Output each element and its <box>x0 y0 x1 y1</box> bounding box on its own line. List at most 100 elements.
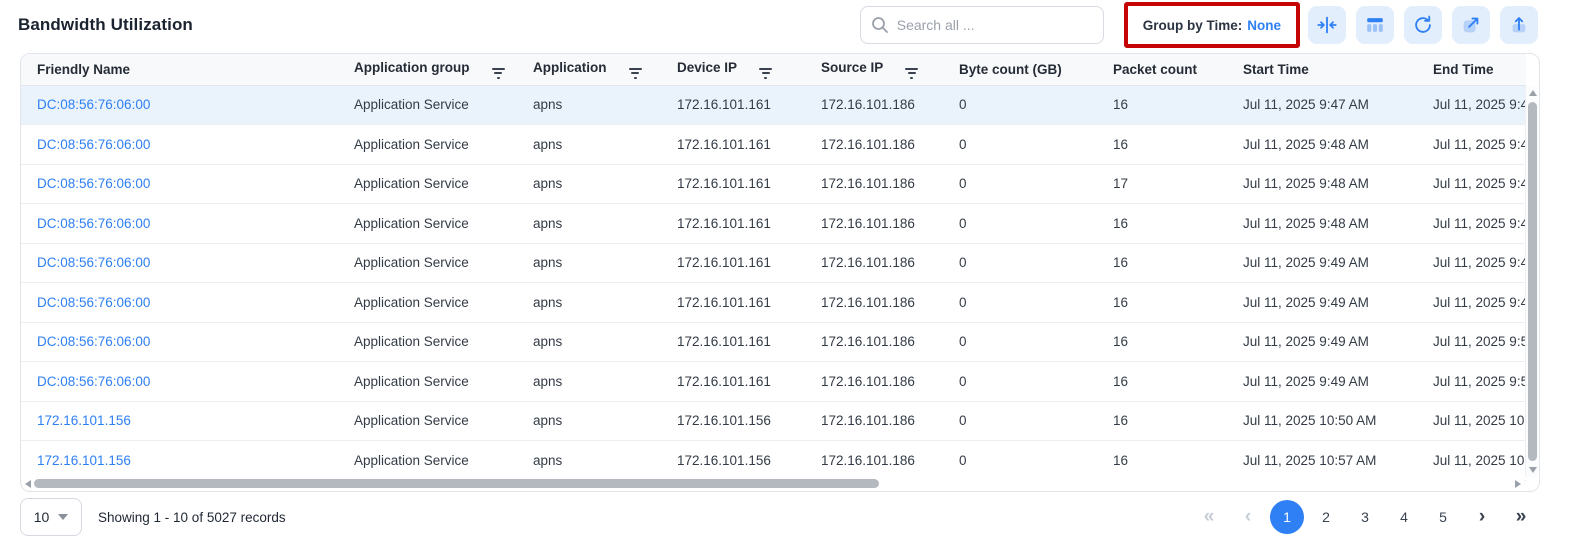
last-page-button[interactable]: » <box>1504 500 1538 534</box>
search-box <box>860 6 1104 44</box>
col-start-time: Start Time <box>1227 54 1417 85</box>
horizontal-scrollbar-thumb[interactable] <box>34 479 879 488</box>
cell-friendly-name: 172.16.101.156 <box>21 441 338 481</box>
friendly-name-link[interactable]: DC:08:56:76:06:00 <box>37 97 150 112</box>
page-button-1[interactable]: 1 <box>1270 500 1304 534</box>
scroll-right-arrow-icon[interactable] <box>1515 480 1521 488</box>
cell-byte-count: 0 <box>943 243 1097 283</box>
cell-end-time: Jul 11, 2025 10: <box>1417 441 1526 481</box>
friendly-name-link[interactable]: 172.16.101.156 <box>37 453 131 468</box>
cell-device-ip: 172.16.101.161 <box>661 243 805 283</box>
cell-end-time: Jul 11, 2025 9:4 <box>1417 164 1526 204</box>
group-by-time-button[interactable]: Group by Time: None <box>1128 6 1296 44</box>
vertical-scrollbar[interactable] <box>1525 86 1538 477</box>
cell-start-time: Jul 11, 2025 9:48 AM <box>1227 204 1417 244</box>
scroll-down-arrow-icon[interactable] <box>1529 467 1537 473</box>
cell-device-ip: 172.16.101.156 <box>661 441 805 481</box>
cell-start-time: Jul 11, 2025 9:49 AM <box>1227 362 1417 402</box>
cell-source-ip: 172.16.101.186 <box>805 204 943 244</box>
cell-byte-count: 0 <box>943 85 1097 125</box>
col-application-group: Application group <box>338 54 517 85</box>
cell-application-group: Application Service <box>338 243 517 283</box>
table-row: DC:08:56:76:06:00 Application Service ap… <box>21 283 1526 323</box>
cell-application-group: Application Service <box>338 283 517 323</box>
cell-end-time: Jul 11, 2025 9:5 <box>1417 362 1526 402</box>
pagination: « ‹ 12345 › » <box>1192 500 1538 534</box>
filter-icon[interactable] <box>905 68 918 79</box>
search-input[interactable] <box>860 6 1104 44</box>
vertical-scrollbar-thumb[interactable] <box>1528 102 1537 461</box>
cell-packet-count: 16 <box>1097 362 1227 402</box>
friendly-name-link[interactable]: DC:08:56:76:06:00 <box>37 295 150 310</box>
cell-packet-count: 16 <box>1097 401 1227 441</box>
cell-device-ip: 172.16.101.161 <box>661 322 805 362</box>
collapse-columns-button[interactable] <box>1308 6 1346 44</box>
cell-source-ip: 172.16.101.186 <box>805 85 943 125</box>
filter-icon[interactable] <box>492 68 505 79</box>
cell-packet-count: 16 <box>1097 204 1227 244</box>
friendly-name-link[interactable]: DC:08:56:76:06:00 <box>37 137 150 152</box>
col-label: End Time <box>1433 62 1494 77</box>
group-by-value: None <box>1247 18 1281 33</box>
table-row: DC:08:56:76:06:00 Application Service ap… <box>21 322 1526 362</box>
next-page-button[interactable]: › <box>1465 500 1499 534</box>
cell-start-time: Jul 11, 2025 9:49 AM <box>1227 322 1417 362</box>
expand-open-button[interactable] <box>1452 6 1490 44</box>
friendly-name-link[interactable]: 172.16.101.156 <box>37 413 131 428</box>
horizontal-scrollbar[interactable] <box>22 477 1524 490</box>
column-chooser-icon <box>1364 14 1386 36</box>
friendly-name-link[interactable]: DC:08:56:76:06:00 <box>37 255 150 270</box>
cell-packet-count: 16 <box>1097 283 1227 323</box>
table-row: DC:08:56:76:06:00 Application Service ap… <box>21 85 1526 125</box>
friendly-name-link[interactable]: DC:08:56:76:06:00 <box>37 374 150 389</box>
first-page-button[interactable]: « <box>1192 500 1226 534</box>
col-label: Device IP <box>677 60 737 75</box>
scroll-left-arrow-icon[interactable] <box>25 480 31 488</box>
cell-friendly-name: DC:08:56:76:06:00 <box>21 283 338 323</box>
col-device-ip: Device IP <box>661 54 805 85</box>
cell-end-time: Jul 11, 2025 9:4 <box>1417 243 1526 283</box>
col-label: Application <box>533 60 607 75</box>
cell-application: apns <box>517 164 661 204</box>
export-upload-button[interactable] <box>1500 6 1538 44</box>
prev-page-button[interactable]: ‹ <box>1231 500 1265 534</box>
toolbar: Bandwidth Utilization Group by Time: Non… <box>0 0 1579 50</box>
data-table: Friendly Name Application group Applicat… <box>21 54 1526 481</box>
col-source-ip: Source IP <box>805 54 943 85</box>
cell-end-time: Jul 11, 2025 10: <box>1417 401 1526 441</box>
chevron-down-icon <box>58 514 68 520</box>
friendly-name-link[interactable]: DC:08:56:76:06:00 <box>37 216 150 231</box>
col-label: Byte count (GB) <box>959 62 1062 77</box>
table-row: DC:08:56:76:06:00 Application Service ap… <box>21 362 1526 402</box>
cell-packet-count: 16 <box>1097 125 1227 165</box>
cell-start-time: Jul 11, 2025 9:48 AM <box>1227 164 1417 204</box>
cell-source-ip: 172.16.101.186 <box>805 283 943 323</box>
cell-end-time: Jul 11, 2025 9:4 <box>1417 283 1526 323</box>
cell-device-ip: 172.16.101.156 <box>661 401 805 441</box>
page-button-2[interactable]: 2 <box>1309 500 1343 534</box>
cell-application: apns <box>517 125 661 165</box>
friendly-name-link[interactable]: DC:08:56:76:06:00 <box>37 176 150 191</box>
scroll-up-arrow-icon[interactable] <box>1529 90 1537 96</box>
refresh-button[interactable] <box>1404 6 1442 44</box>
cell-start-time: Jul 11, 2025 9:49 AM <box>1227 243 1417 283</box>
page-button-3[interactable]: 3 <box>1348 500 1382 534</box>
page-button-5[interactable]: 5 <box>1426 500 1460 534</box>
cell-source-ip: 172.16.101.186 <box>805 322 943 362</box>
friendly-name-link[interactable]: DC:08:56:76:06:00 <box>37 334 150 349</box>
cell-byte-count: 0 <box>943 322 1097 362</box>
cell-packet-count: 16 <box>1097 322 1227 362</box>
page-button-4[interactable]: 4 <box>1387 500 1421 534</box>
annotation-highlight-box: Group by Time: None <box>1124 2 1300 48</box>
cell-packet-count: 17 <box>1097 164 1227 204</box>
col-end-time: End Time <box>1417 54 1526 85</box>
page-size-select[interactable]: 10 <box>20 498 82 536</box>
cell-start-time: Jul 11, 2025 9:48 AM <box>1227 125 1417 165</box>
column-chooser-button[interactable] <box>1356 6 1394 44</box>
table-body: DC:08:56:76:06:00 Application Service ap… <box>21 85 1526 480</box>
filter-icon[interactable] <box>759 68 772 79</box>
filter-icon[interactable] <box>629 68 642 79</box>
table-row: 172.16.101.156 Application Service apns … <box>21 401 1526 441</box>
collapse-columns-icon <box>1316 14 1338 36</box>
cell-byte-count: 0 <box>943 164 1097 204</box>
